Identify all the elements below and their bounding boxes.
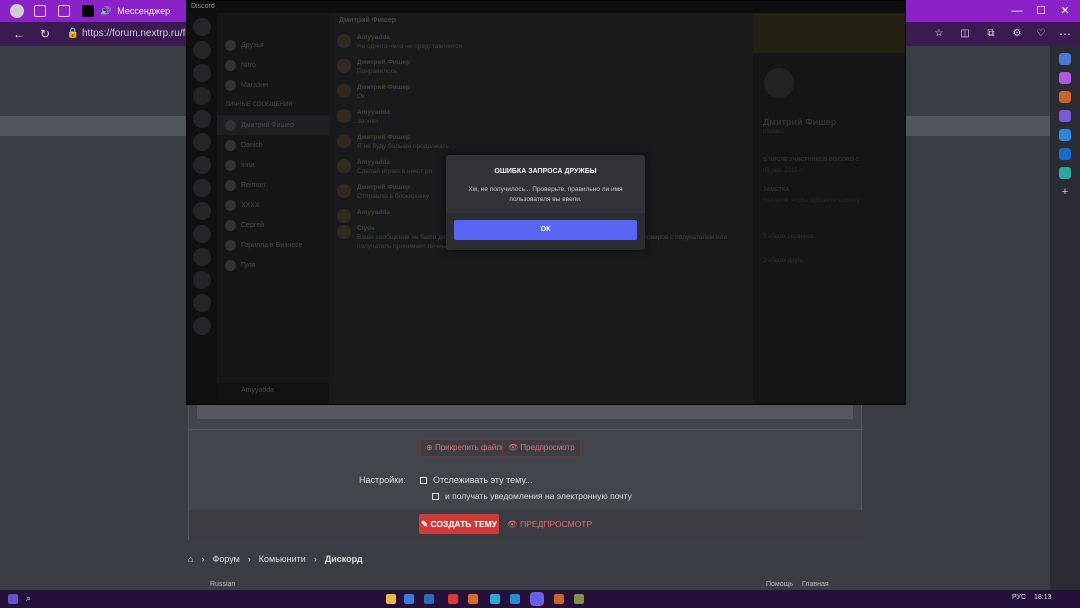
profile-avatar-icon[interactable] [10, 4, 24, 18]
copilot-icon[interactable] [1059, 72, 1071, 84]
watch-thread-checkbox[interactable]: Отслеживать эту тему... [420, 475, 533, 485]
language-indicator[interactable]: РУС [1012, 594, 1026, 601]
dialog-footer: ОК [446, 213, 645, 250]
divider [189, 429, 863, 430]
split-screen-icon[interactable]: ◫ [956, 25, 974, 43]
explorer-icon[interactable] [386, 594, 396, 604]
tab-label: Мессенджер [117, 6, 171, 16]
home-icon[interactable]: ⌂ [188, 554, 193, 564]
editor-bottom[interactable] [197, 405, 853, 419]
refresh-icon[interactable]: ↻ [36, 25, 54, 43]
mail-icon[interactable] [424, 594, 434, 604]
collections-icon[interactable]: ⧉ [982, 25, 1000, 43]
play-icon [82, 5, 94, 17]
more-icon[interactable]: ⋯ [1056, 25, 1074, 43]
edge-icon[interactable] [490, 594, 500, 604]
heart-icon[interactable]: ♡ [1032, 25, 1050, 43]
back-icon[interactable]: ← [10, 25, 28, 43]
preview-label: Предпросмотр [520, 443, 575, 452]
create-thread-button[interactable]: ✎ СОЗДАТЬ ТЕМУ [419, 514, 499, 534]
maximize-button[interactable]: ☐ [1032, 2, 1050, 20]
minimize-button[interactable]: — [1008, 2, 1026, 20]
watch-label: Отслеживать эту тему... [433, 475, 533, 485]
language-selector[interactable]: Russian [210, 581, 235, 588]
clock[interactable]: 18:13 [1034, 594, 1052, 601]
speaker-icon[interactable]: 🔊 [100, 6, 111, 17]
chevron-right-icon: › [313, 554, 317, 564]
windows-taskbar: ⌕ РУС 18:13 [0, 590, 1080, 608]
checkbox-icon[interactable] [420, 476, 427, 484]
app-icon[interactable] [404, 594, 414, 604]
favorites-icon[interactable]: ☆ [930, 25, 948, 43]
ok-button[interactable]: ОК [454, 220, 637, 240]
settings-label: Настройки: [359, 475, 406, 485]
lock-icon[interactable]: 🔒 [64, 25, 82, 43]
tab-messenger[interactable]: 🔊 Мессенджер [82, 3, 170, 19]
send-icon[interactable] [1059, 167, 1071, 179]
telegram-icon[interactable] [510, 594, 520, 604]
search-icon[interactable] [1059, 53, 1071, 65]
breadcrumb-current: Дискорд [324, 554, 363, 564]
preview2-label: ПРЕДПРОСМОТР [520, 519, 593, 529]
address-input[interactable]: https://forum.nextrp.ru/foru [82, 25, 202, 43]
workspaces-icon[interactable] [34, 3, 46, 19]
chevron-right-icon: › [247, 554, 251, 564]
windows-start-icon[interactable] [8, 594, 18, 604]
dialog-message: Хм, не получилось... Проверьте, правильн… [468, 186, 623, 203]
game-icon[interactable] [574, 594, 584, 604]
attach-files-button[interactable]: ⊕ Прикрепить файлы [420, 439, 513, 457]
footer-link-help[interactable]: Помощь [766, 581, 793, 588]
app-icon[interactable] [554, 594, 564, 604]
search-icon[interactable]: ⌕ [26, 593, 31, 604]
add-icon[interactable]: + [1059, 186, 1071, 198]
shopping-icon[interactable] [1059, 91, 1071, 103]
create-label: СОЗДАТЬ ТЕМУ [430, 519, 497, 529]
extensions-icon[interactable]: ⚙ [1008, 25, 1026, 43]
breadcrumb-item[interactable]: Комьюнити [259, 554, 306, 564]
preview-link[interactable]: 👁 ПРЕДПРОСМОТР [507, 514, 592, 534]
close-button[interactable]: ✕ [1056, 2, 1074, 20]
tab-actions-icon[interactable] [58, 3, 70, 19]
tools-icon[interactable] [1059, 129, 1071, 141]
browser-sidebar: + [1050, 46, 1080, 590]
chevron-right-icon: › [201, 554, 205, 564]
breadcrumb: ⌂ › Форум › Комьюнити › Дискорд [188, 552, 363, 566]
friend-request-error-dialog: ОШИБКА ЗАПРОСА ДРУЖБЫ Хм, не получилось.… [446, 155, 645, 250]
footer-link-home[interactable]: Главная [802, 581, 829, 588]
outlook-icon[interactable] [1059, 148, 1071, 160]
discord-icon[interactable] [530, 592, 544, 606]
email-label: и получать уведомления на электронную по… [445, 491, 632, 501]
checkbox-icon[interactable] [432, 492, 439, 500]
preview-button[interactable]: 👁 Предпросмотр [502, 439, 581, 457]
games-icon[interactable] [1059, 110, 1071, 122]
attach-label: Прикрепить файлы [434, 443, 507, 452]
email-notify-checkbox[interactable]: и получать уведомления на электронную по… [432, 491, 632, 501]
opera-icon[interactable] [448, 594, 458, 604]
dialog-title: ОШИБКА ЗАПРОСА ДРУЖБЫ [494, 168, 597, 175]
yandex-icon[interactable] [468, 594, 478, 604]
breadcrumb-item[interactable]: Форум [212, 554, 239, 564]
